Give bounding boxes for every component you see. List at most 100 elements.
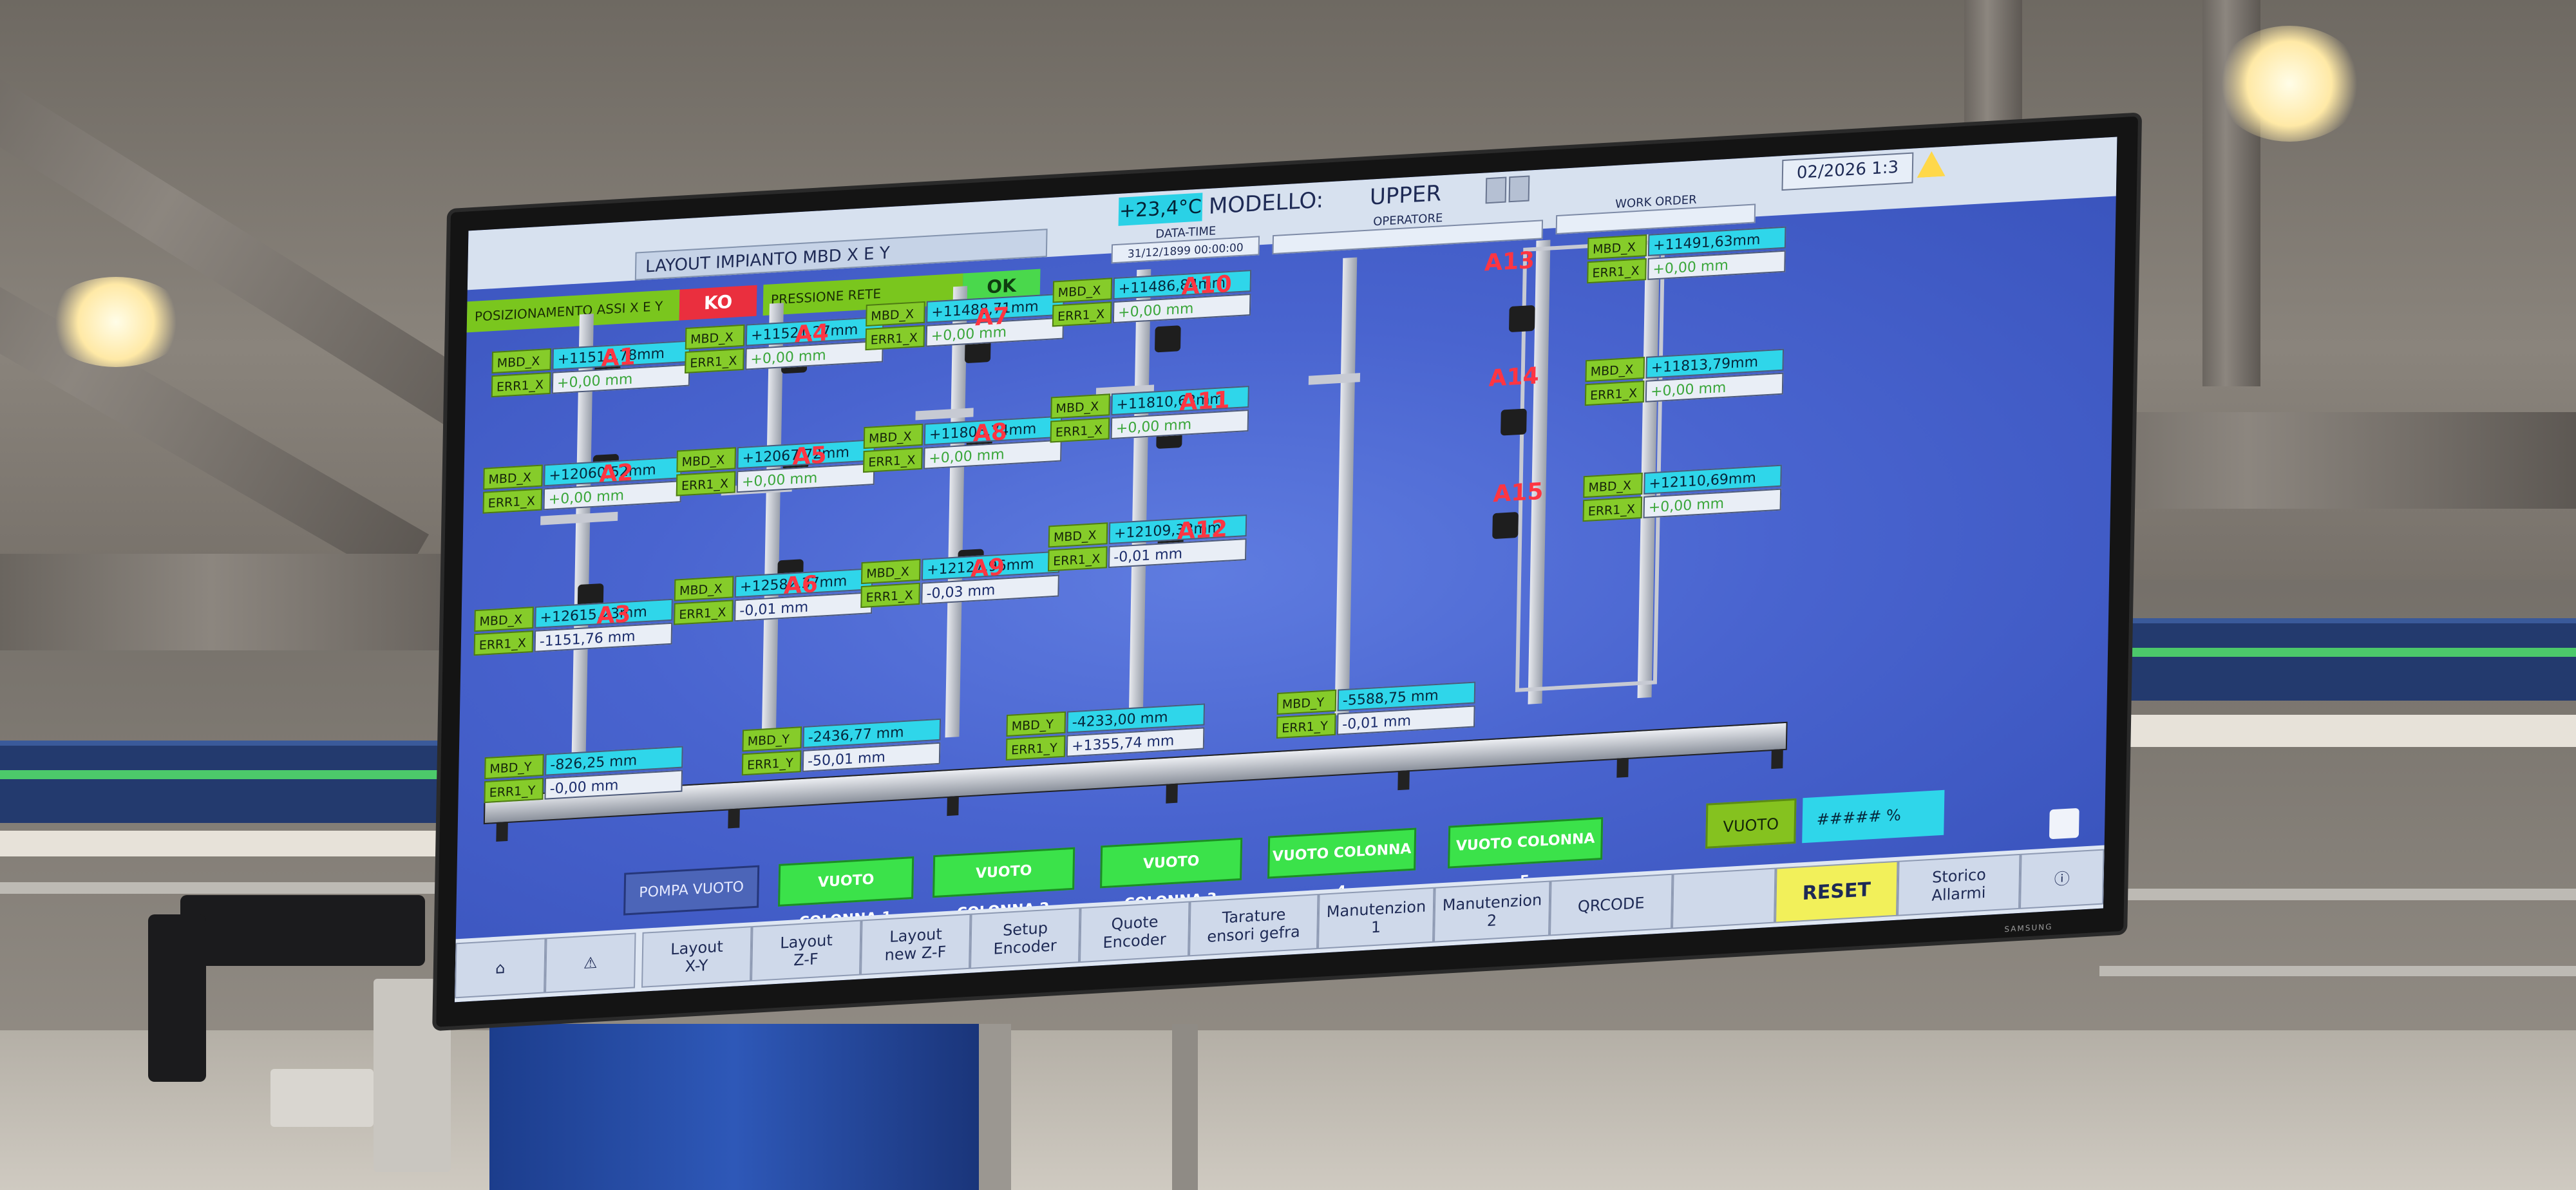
nav-setup-encoder[interactable]: Setup Encoder	[970, 907, 1081, 969]
support-column	[489, 1024, 979, 1190]
axis-error-label: ERR1_X	[482, 488, 543, 514]
monitor-brand: SAMSUNG	[2004, 921, 2053, 934]
axis-readout: MBD_X +11491,63mm ERR1_X +0,00 mm	[1587, 225, 1806, 284]
support-post	[979, 1024, 1011, 1190]
pipe	[2099, 889, 2576, 900]
machine-foot	[1771, 749, 1783, 770]
axis-error-label: ERR1_X	[1582, 496, 1643, 522]
axis-error-label: ERR1_X	[1587, 258, 1647, 284]
nav-qrcode[interactable]: QRCODE	[1549, 873, 1673, 936]
nav-blank[interactable]	[1672, 867, 1776, 929]
axis-error-label: ERR1_X	[860, 582, 920, 609]
axis-label: MBD_X	[863, 423, 923, 449]
machine-foot	[728, 808, 740, 829]
nav-layout-zf[interactable]: Layout Z-F	[751, 920, 862, 982]
axis-tag: A7	[974, 303, 1010, 332]
nav-storico-allarmi[interactable]: Storico Allarmi	[1897, 853, 2021, 916]
axis-error-label: ERR1_X	[473, 630, 534, 656]
axis-label: MBD_X	[474, 607, 534, 632]
model-value: UPPER	[1369, 180, 1442, 211]
vuoto-colonna-3-button[interactable]: VUOTO COLONNA 3	[1100, 837, 1243, 912]
axis-error-label: ERR1_X	[1050, 417, 1110, 443]
column-post	[1334, 257, 1358, 715]
reset-button[interactable]: RESET	[1775, 860, 1899, 923]
column-post	[945, 286, 968, 738]
support-post	[1172, 1024, 1198, 1190]
axis-error-label: ERR1_X	[1048, 546, 1108, 572]
alarm-button[interactable]: ⚠	[545, 932, 636, 994]
machine-foot	[947, 796, 959, 817]
pompa-vuoto-button[interactable]: POMPA VUOTO	[623, 865, 760, 916]
axis-tag: A4	[794, 319, 829, 348]
axis-error-label: ERR1_X	[1052, 301, 1112, 327]
clamp-icon	[1508, 305, 1535, 333]
machine-foot	[1616, 757, 1629, 778]
unlock-icon[interactable]	[1508, 175, 1530, 203]
axis-tag: A8	[972, 419, 1008, 448]
y-axis-error-label: ERR1_Y	[1005, 735, 1066, 760]
warning-icon[interactable]	[1917, 151, 1946, 178]
y-axis-label: MBD_Y	[484, 753, 544, 780]
lock-icon[interactable]	[1485, 176, 1507, 204]
axis-error-label: ERR1_X	[863, 447, 923, 473]
column-frame	[1515, 240, 1665, 692]
clamp-icon	[1154, 325, 1181, 353]
robot-arm	[180, 895, 425, 966]
axis-label: MBD_X	[1048, 522, 1108, 548]
axis-label: MBD_X	[860, 558, 921, 585]
axis-tag: A9	[970, 554, 1005, 583]
nav-manutenzione-2[interactable]: Manutenzion 2	[1434, 880, 1551, 943]
info-button[interactable]: ⓘ	[2020, 849, 2105, 909]
axis-tag: A3	[596, 601, 631, 630]
axis-label: MBD_X	[685, 324, 745, 350]
posizionamento-label: POSIZIONAMENTO ASSI X E Y	[466, 289, 680, 333]
vuoto-label: VUOTO	[1705, 798, 1797, 849]
hmi-monitor: SAMSUNG +23,4°C MODELLO: UPPER 02/2026 1…	[436, 116, 2138, 1027]
axis-label: MBD_X	[1050, 393, 1110, 419]
axis-readout: MBD_X +11810,63mm ERR1_X +0,00 mm	[1050, 384, 1270, 443]
axis-readout: MBD_X +11486,84mm ERR1_X +0,00 mm	[1052, 269, 1272, 327]
vuoto-colonna-1-button[interactable]: VUOTO COLONNA 1	[778, 856, 914, 930]
ceiling-light	[2215, 26, 2363, 142]
conveyor-rail-right	[2061, 618, 2576, 701]
nav-tarature[interactable]: Tarature ensori gefra	[1189, 894, 1319, 957]
axis-label: MBD_X	[491, 348, 552, 374]
nav-manutenzione-1[interactable]: Manutenzion 1	[1318, 887, 1435, 950]
axis-error-label: ERR1_X	[685, 348, 744, 374]
vuoto-value: ##### %	[1802, 789, 1945, 844]
nav-quote-encoder[interactable]: Quote Encoder	[1079, 901, 1190, 963]
axis-label: MBD_X	[866, 301, 925, 327]
y-axis-error-label: ERR1_Y	[1276, 713, 1336, 739]
machine-foot	[1397, 770, 1410, 791]
axis-label: MBD_X	[483, 464, 543, 490]
robot-gripper	[270, 1069, 374, 1127]
nav-layout-xy[interactable]: Layout X-Y	[641, 926, 752, 988]
date-display: 02/2026 1:3	[1781, 152, 1914, 191]
nav-layout-new-zf[interactable]: Layout new Z-F	[860, 913, 971, 976]
help-icon[interactable]	[2049, 808, 2079, 840]
model-label: MODELLO:	[1208, 187, 1324, 220]
vuoto-colonna-4-button[interactable]: VUOTO COLONNA 4	[1267, 827, 1417, 900]
y-axis-readout: MBD_Y -5588,75 mm ERR1_Y -0,01 mm	[1276, 681, 1496, 739]
pipe	[2080, 715, 2576, 747]
axis-label: MBD_X	[1587, 234, 1647, 260]
vuoto-colonna-5-button[interactable]: VUOTO COLONNA 5	[1448, 817, 1604, 889]
axis-readout: MBD_X +12615,23mm ERR1_X -1151,76 mm	[473, 598, 694, 656]
vuoto-colonna-2-button[interactable]: VUOTO COLONNA 2	[933, 847, 1075, 921]
clamp-icon	[1501, 408, 1527, 436]
y-axis-error-label: ERR1_Y	[741, 750, 802, 776]
axis-tag: A2	[599, 459, 634, 488]
ceiling-light	[45, 277, 187, 367]
hmi-screen: +23,4°C MODELLO: UPPER 02/2026 1:3 LAYOU…	[454, 137, 2117, 1003]
axis-tag: A10	[1181, 270, 1233, 301]
axis-tag: A13	[1484, 247, 1535, 277]
robot-arm	[148, 914, 206, 1082]
machine-foot	[496, 821, 508, 842]
y-axis-label: MBD_Y	[742, 726, 802, 752]
axis-tag: A11	[1179, 386, 1230, 417]
home-button[interactable]: ⌂	[455, 938, 546, 999]
axis-tag: A6	[783, 571, 819, 600]
temperature-display: +23,4°C	[1118, 193, 1203, 226]
axis-error-label: ERR1_X	[1584, 380, 1645, 406]
axis-label: MBD_X	[1052, 278, 1113, 303]
